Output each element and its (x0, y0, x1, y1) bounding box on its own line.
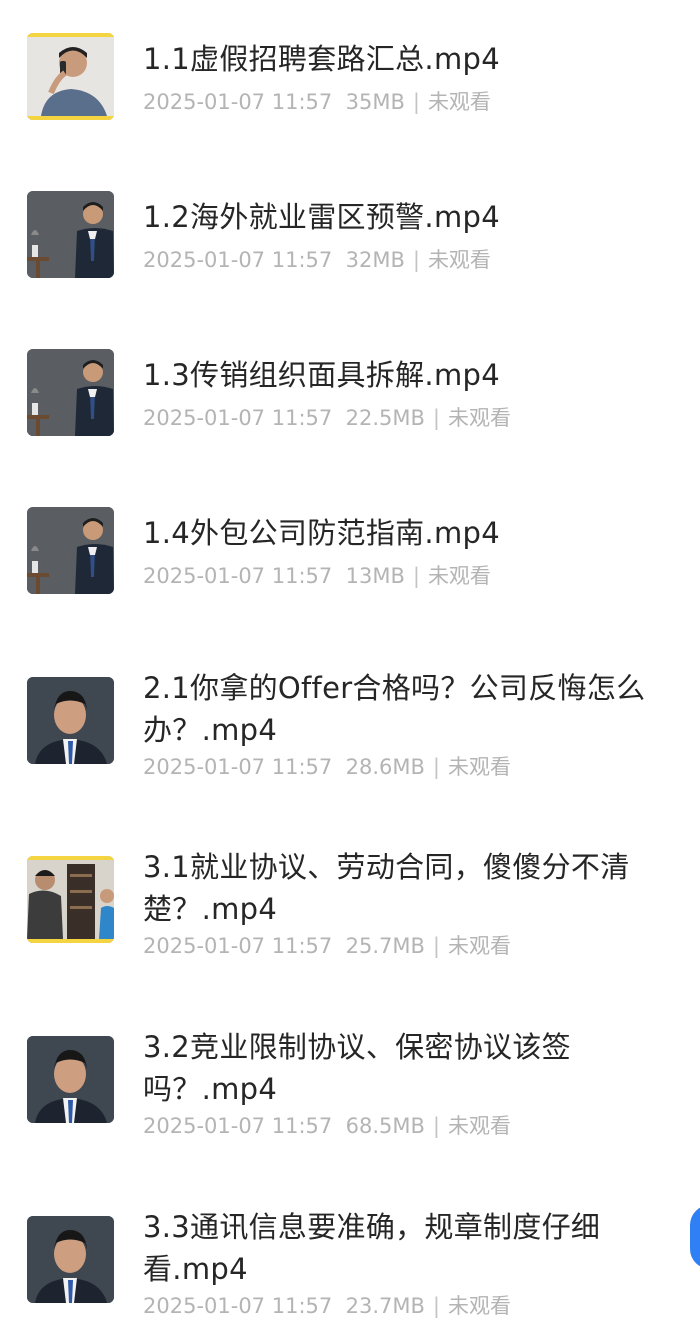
file-title: 1.3传销组织面具拆解.mp4 (143, 358, 500, 392)
watch-status: 未观看 (427, 564, 491, 588)
file-title: 3.2竞业限制协议、保密协议该签吗？.mp4 (143, 1030, 571, 1106)
file-date: 2025-01-07 11:57 (143, 755, 333, 779)
file-size: 23.7MB (345, 1294, 425, 1318)
file-size: 68.5MB (345, 1114, 425, 1138)
file-size: 25.7MB (345, 934, 425, 958)
file-size: 22.5MB (345, 406, 425, 430)
watch-status: 未观看 (447, 1114, 511, 1138)
file-meta: 2025-01-07 11:57 68.5MB | 未观看 (143, 1114, 511, 1138)
video-thumbnail (27, 1036, 114, 1123)
file-meta: 2025-01-07 11:57 23.7MB | 未观看 (143, 1294, 511, 1318)
file-date: 2025-01-07 11:57 (143, 564, 333, 588)
file-date: 2025-01-07 11:57 (143, 1114, 333, 1138)
video-thumbnail (27, 191, 114, 278)
floating-action-button[interactable] (690, 1205, 700, 1269)
file-list: 1.1虚假招聘套路汇总.mp4 2025-01-07 11:57 35MB | 未观… (0, 0, 700, 1339)
watch-status: 未观看 (447, 934, 511, 958)
watch-status: 未观看 (447, 406, 511, 430)
file-size: 32MB (345, 248, 405, 272)
video-thumbnail (27, 33, 114, 120)
file-meta: 2025-01-07 11:57 25.7MB | 未观看 (143, 934, 511, 958)
file-date: 2025-01-07 11:57 (143, 934, 333, 958)
file-title: 2.1你拿的Offer合格吗？公司反悔怎么办？.mp4 (143, 671, 646, 747)
file-meta: 2025-01-07 11:57 22.5MB | 未观看 (143, 406, 511, 430)
file-title: 1.4外包公司防范指南.mp4 (143, 516, 500, 550)
video-thumbnail (27, 349, 114, 436)
file-title: 1.2海外就业雷区预警.mp4 (143, 200, 500, 234)
watch-status: 未观看 (447, 755, 511, 779)
file-meta: 2025-01-07 11:57 13MB | 未观看 (143, 564, 491, 588)
file-size: 35MB (345, 90, 405, 114)
file-title: 1.1虚假招聘套路汇总.mp4 (143, 42, 500, 76)
file-date: 2025-01-07 11:57 (143, 406, 333, 430)
file-size: 28.6MB (345, 755, 425, 779)
file-date: 2025-01-07 11:57 (143, 248, 333, 272)
video-thumbnail (27, 677, 114, 764)
watch-status: 未观看 (447, 1294, 511, 1318)
video-thumbnail (27, 856, 114, 943)
file-date: 2025-01-07 11:57 (143, 90, 333, 114)
file-meta: 2025-01-07 11:57 32MB | 未观看 (143, 248, 491, 272)
file-meta: 2025-01-07 11:57 35MB | 未观看 (143, 90, 491, 114)
video-thumbnail (27, 1216, 114, 1303)
video-thumbnail (27, 507, 114, 594)
file-title: 3.3通讯信息要准确，规章制度仔细看.mp4 (143, 1210, 601, 1286)
watch-status: 未观看 (427, 90, 491, 114)
file-title: 3.1就业协议、劳动合同，傻傻分不清楚？.mp4 (143, 850, 630, 926)
file-meta: 2025-01-07 11:57 28.6MB | 未观看 (143, 755, 511, 779)
file-date: 2025-01-07 11:57 (143, 1294, 333, 1318)
watch-status: 未观看 (427, 248, 491, 272)
file-size: 13MB (345, 564, 405, 588)
